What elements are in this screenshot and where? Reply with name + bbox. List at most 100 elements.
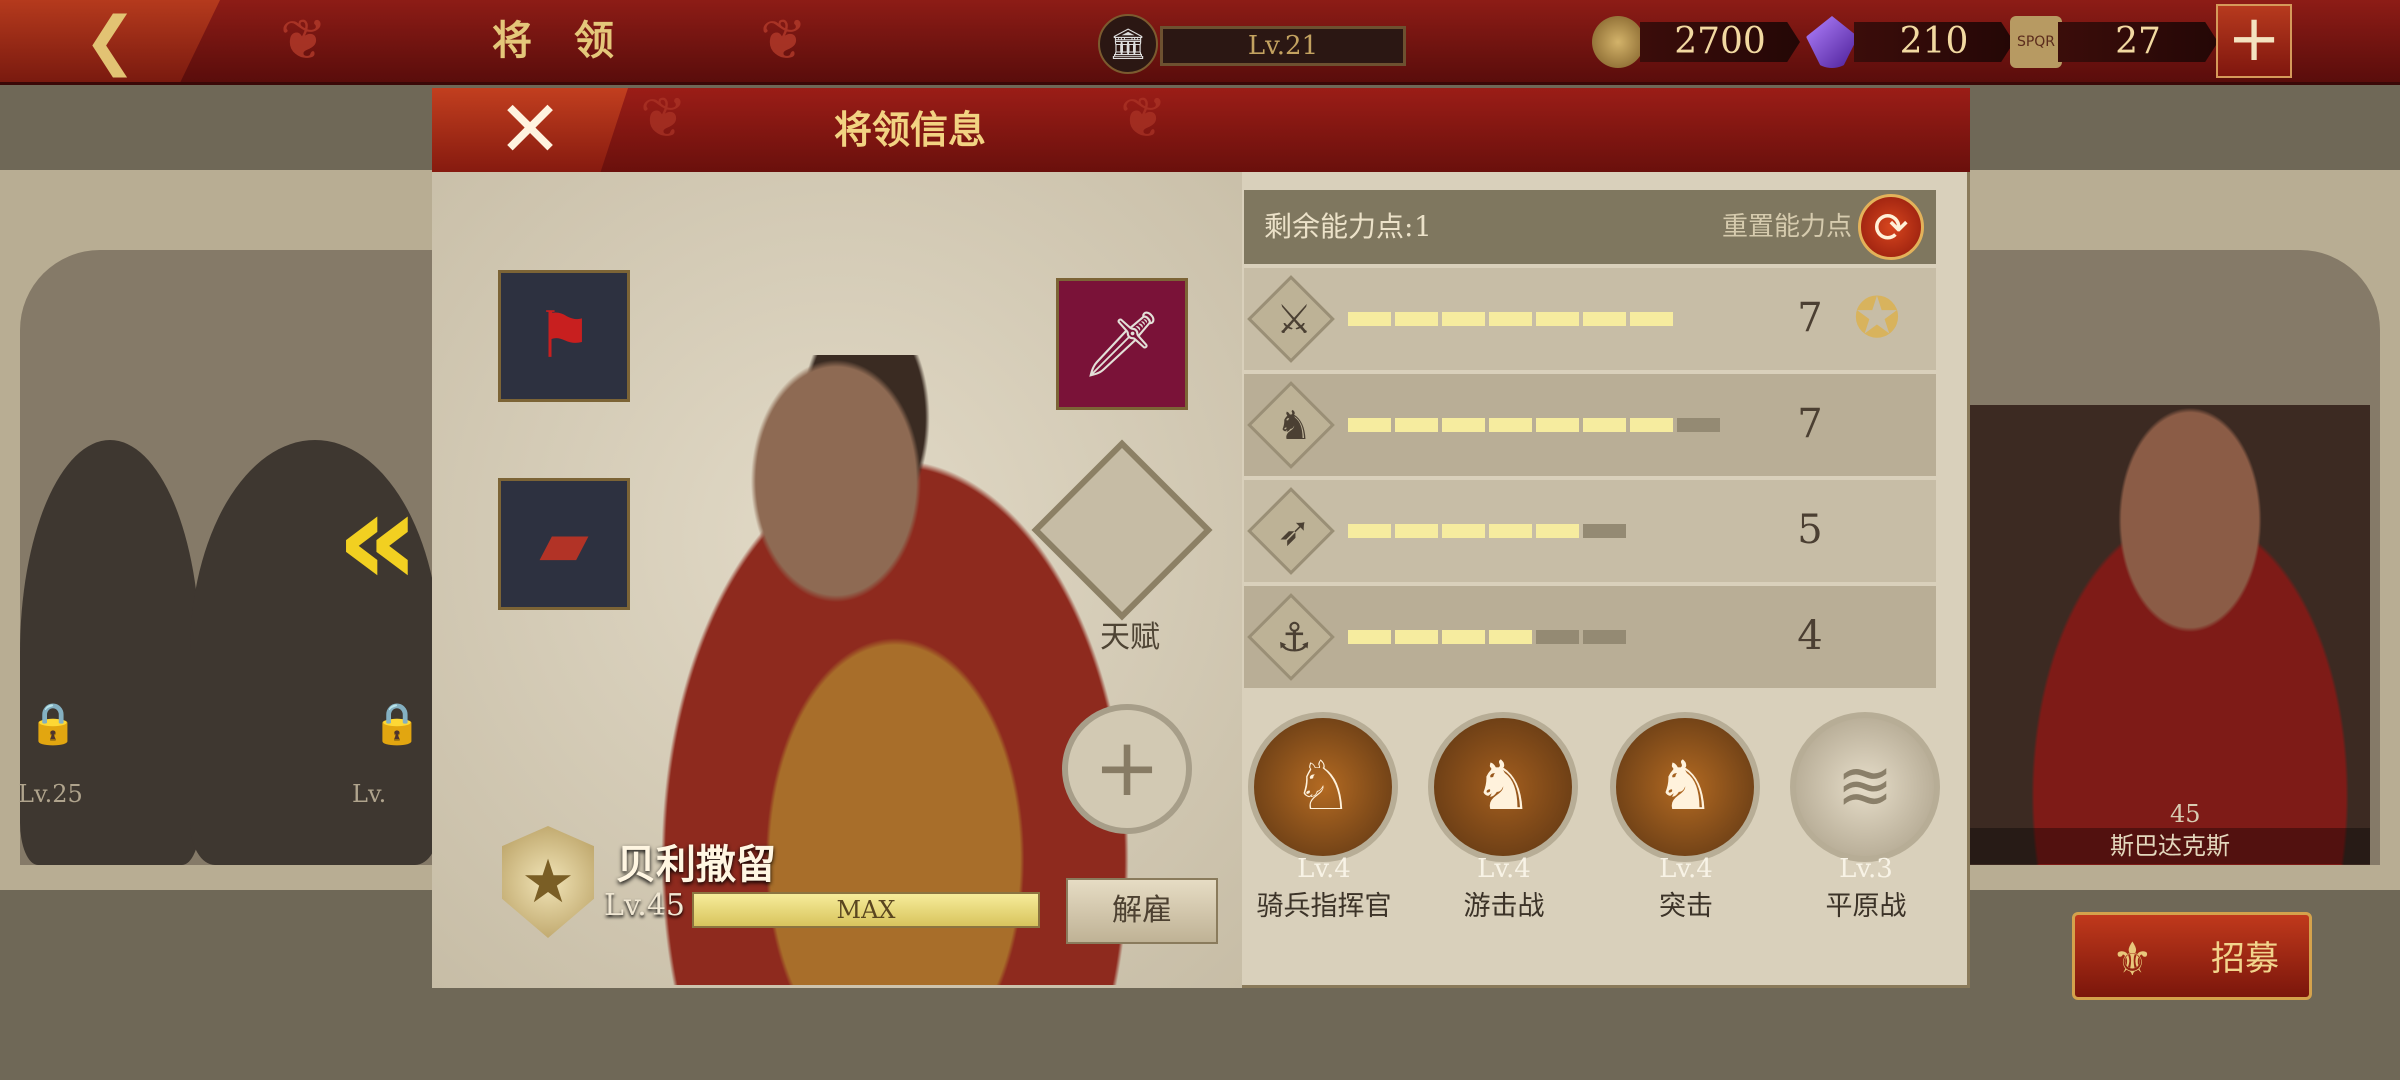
anchor-icon: ⚓ (1276, 615, 1312, 661)
experience-text: MAX (836, 896, 896, 924)
sword-icon: ⚔ (1276, 297, 1312, 343)
weapon-equipment-slot[interactable]: 🗡 (1056, 278, 1188, 410)
stat-row-cavalry[interactable]: ♞ 7 (1244, 374, 1936, 476)
gold-amount: 2700 (1640, 22, 1800, 62)
gold-resource[interactable]: 2700 (1592, 14, 1800, 70)
horse-head-icon: ♘ (1248, 712, 1398, 862)
stat-row-infantry[interactable]: ⚔ 7 ✪ (1244, 268, 1936, 370)
stat-bar (1348, 312, 1673, 326)
stat-bar (1348, 524, 1626, 538)
page-title: 将 领 (492, 17, 628, 64)
armor-equipment-slot[interactable]: ▰ (498, 478, 630, 610)
stat-bar-segment (1442, 630, 1485, 644)
stat-bar-segment (1630, 418, 1673, 432)
stat-bar-segment (1442, 418, 1485, 432)
refresh-icon: ⟳ (1873, 203, 1909, 252)
close-button[interactable]: ✕ (432, 88, 628, 172)
gem-resource[interactable]: 210 (1806, 14, 2014, 70)
stat-value: 4 (1797, 613, 1823, 659)
stat-bar-segment (1489, 418, 1532, 432)
reset-points-button[interactable]: ⟳ (1858, 194, 1924, 260)
stat-bar-segment (1583, 630, 1626, 644)
add-slot-button[interactable]: + (1062, 704, 1192, 834)
stat-bar-segment (1536, 630, 1579, 644)
stat-row-archer[interactable]: ➶ 5 (1244, 480, 1936, 582)
lock-icon: 🔒 (28, 701, 78, 747)
armor-icon: ▰ (539, 507, 589, 581)
stat-value: 7 (1797, 401, 1823, 447)
stat-bar-segment (1489, 524, 1532, 538)
talent-label: 天赋 (1100, 620, 1160, 655)
skill-cavalry-commander[interactable]: ♘ Lv.4 骑兵指挥官 (1248, 712, 1400, 922)
general-name: 贝利撒留 (616, 841, 776, 888)
stat-bar-segment (1583, 418, 1626, 432)
experience-bar: MAX (692, 892, 1040, 928)
skill-name: 突击 (1659, 891, 1713, 922)
stat-bar-segment (1442, 312, 1485, 326)
next-general-name: 斯巴达克斯 (1970, 828, 2370, 864)
dismiss-button[interactable]: 解雇 (1066, 878, 1218, 944)
skill-level: Lv.4 (1659, 854, 1713, 884)
stat-bar-segment (1348, 312, 1391, 326)
skill-level: Lv.4 (1297, 854, 1351, 884)
locked-general-level: Lv. (352, 780, 387, 808)
stat-bar-segment (1536, 418, 1579, 432)
locked-general-level: Lv.25 (18, 780, 83, 808)
skill-name: 游击战 (1463, 891, 1545, 922)
stat-bar-segment (1395, 524, 1438, 538)
skill-charge[interactable]: ♞ Lv.4 突击 (1610, 712, 1762, 922)
stat-bar-segment (1536, 312, 1579, 326)
charging-horse-icon: ♞ (1610, 712, 1760, 862)
plains-icon: ≋ (1790, 712, 1940, 862)
chevron-left-icon: ❮ (83, 4, 137, 78)
laurel-right-icon: ❦ (1120, 86, 1167, 151)
dialog-title: 将领信息 (833, 107, 986, 152)
stat-bar-segment (1348, 630, 1391, 644)
skill-name: 骑兵指挥官 (1256, 891, 1392, 922)
stat-bar-segment (1536, 524, 1579, 538)
laurel-left-icon: ❦ (640, 86, 687, 151)
stat-bar-segment (1395, 418, 1438, 432)
stat-bar-segment (1630, 312, 1673, 326)
stat-row-navy[interactable]: ⚓ 4 (1244, 586, 1936, 688)
next-general-level: 45 (2170, 800, 2201, 828)
gem-icon (1806, 16, 1858, 68)
previous-general-arrow-icon[interactable]: « (336, 474, 420, 604)
recruit-button[interactable]: ⚜ 招募 (2072, 912, 2312, 1000)
cavalry-riders-icon: ♞ (1428, 712, 1578, 862)
token-resource[interactable]: SPQR 27 (2010, 14, 2218, 70)
banner-equipment-slot[interactable]: ⚑ (498, 270, 630, 402)
stat-value: 7 (1797, 295, 1823, 341)
close-icon: ✕ (497, 85, 563, 175)
plus-icon: + (1093, 721, 1161, 814)
stat-bar-segment (1348, 524, 1391, 538)
plus-icon: + (2227, 2, 2281, 76)
add-resource-button[interactable]: + (2216, 4, 2292, 78)
stat-bar-segment (1395, 630, 1438, 644)
general-level: Lv.45 (604, 888, 686, 923)
coin-icon (1592, 16, 1644, 68)
stat-bar-segment (1395, 312, 1438, 326)
stat-bar-segment (1442, 524, 1485, 538)
skill-level: Lv.3 (1839, 854, 1893, 884)
laurel-left-icon: ❦ (280, 8, 327, 73)
lock-icon: 🔒 (372, 701, 422, 747)
stat-value: 5 (1797, 507, 1823, 553)
stat-bar-segment (1583, 312, 1626, 326)
skill-level: Lv.4 (1477, 854, 1531, 884)
next-general-portrait[interactable] (1970, 405, 2370, 865)
player-level[interactable]: 🏛 Lv.21 (1098, 14, 1406, 74)
temple-icon: 🏛 (1098, 14, 1158, 74)
token-amount: 27 (2058, 22, 2218, 62)
banner-icon: ⚑ (535, 299, 593, 373)
bow-icon: ➶ (1277, 509, 1311, 555)
horse-icon: ♞ (1276, 403, 1312, 449)
ability-points-value: 1 (1414, 210, 1432, 243)
stat-bar (1348, 630, 1626, 644)
spartan-helmet-icon: ⚜ (2111, 932, 2153, 986)
skill-plains-battle[interactable]: ≋ Lv.3 平原战 (1790, 712, 1942, 922)
stat-bar-segment (1348, 418, 1391, 432)
sword-icon: 🗡 (1081, 307, 1163, 382)
laurel-medal-icon: ✪ (1853, 286, 1901, 351)
skill-guerrilla[interactable]: ♞ Lv.4 游击战 (1428, 712, 1580, 922)
